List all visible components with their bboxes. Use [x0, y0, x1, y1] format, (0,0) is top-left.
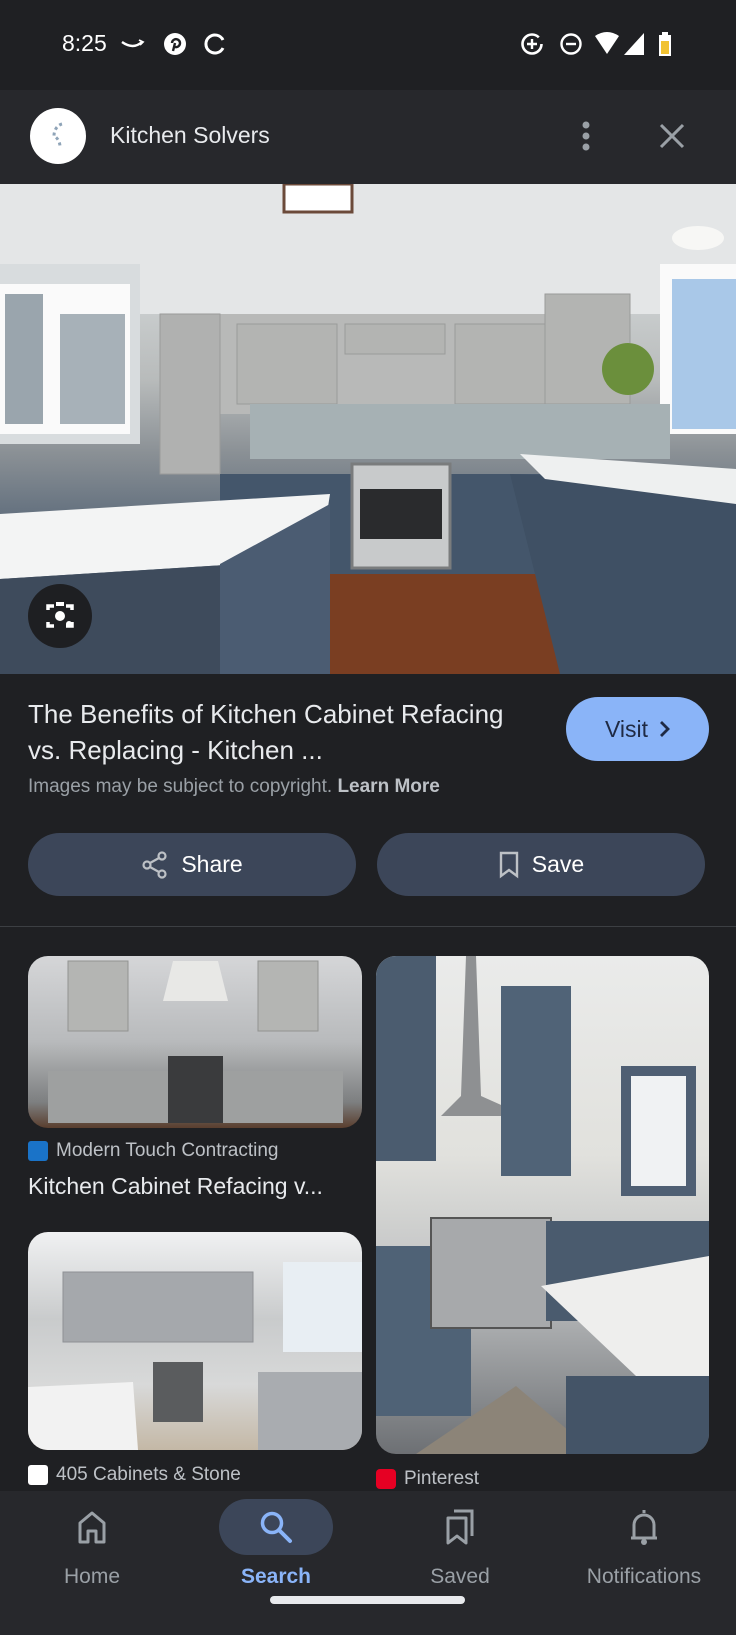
nav-search[interactable]: Search: [184, 1499, 368, 1599]
related-image-1[interactable]: [28, 956, 362, 1128]
google-lens-button[interactable]: [28, 584, 92, 648]
main-image[interactable]: [0, 184, 736, 674]
related-image-3[interactable]: [376, 956, 709, 1454]
related-photo-3: [376, 956, 709, 1454]
pinterest-icon: [164, 33, 186, 55]
nav-label: Notifications: [586, 1565, 702, 1588]
related-caption-1[interactable]: Kitchen Cabinet Refacing v...: [28, 1173, 323, 1200]
related-source-3[interactable]: Pinterest: [376, 1468, 479, 1490]
sync-icon: [204, 33, 225, 55]
close-icon[interactable]: [658, 122, 686, 150]
related-image-2[interactable]: [28, 1232, 362, 1450]
related-source-1[interactable]: Modern Touch Contracting: [28, 1140, 279, 1162]
nav-home[interactable]: Home: [0, 1499, 184, 1599]
related-source-2[interactable]: 405 Cabinets & Stone: [28, 1464, 241, 1486]
share-label: Share: [181, 851, 243, 877]
learn-more-link[interactable]: Learn More: [337, 776, 439, 797]
source-name: Modern Touch Contracting: [56, 1140, 279, 1161]
home-indicator[interactable]: [270, 1596, 465, 1604]
search-icon: [260, 1511, 292, 1543]
bookmark-icon: [499, 851, 518, 878]
status-time: 8:25: [62, 30, 107, 56]
share-icon: [142, 850, 167, 879]
source-name: 405 Cabinets & Stone: [56, 1464, 241, 1485]
divider: [0, 926, 736, 927]
amazon-icon: [121, 39, 145, 48]
kitchen-photo: [0, 184, 736, 674]
site-logo: [30, 108, 86, 164]
nav-label: Saved: [430, 1565, 490, 1588]
do-not-disturb-icon: [560, 33, 582, 55]
save-button[interactable]: Save: [377, 833, 705, 896]
site-name: Kitchen Solvers: [110, 122, 270, 148]
chevron-right-icon: [660, 721, 670, 737]
wifi-icon: [595, 32, 619, 54]
source-name: Pinterest: [404, 1468, 479, 1489]
related-photo-2: [28, 1262, 362, 1450]
result-title[interactable]: The Benefits of Kitchen Cabinet Refacing…: [28, 696, 508, 768]
related-photo-1: [48, 960, 343, 1123]
signal-icon: [624, 33, 644, 55]
save-label: Save: [531, 851, 585, 877]
copyright-notice: Images may be subject to copyright. Lear…: [28, 776, 440, 798]
lens-icon: [46, 602, 74, 628]
nav-saved[interactable]: Saved: [368, 1499, 552, 1599]
battery-charging-icon: [659, 32, 671, 56]
share-button[interactable]: Share: [28, 833, 356, 896]
collections-bookmark-icon: [446, 1509, 474, 1545]
cabinets-stone-favicon: [28, 1465, 48, 1485]
site-header: Kitchen Solvers: [0, 90, 736, 184]
more-vert-icon[interactable]: [574, 120, 598, 152]
nav-label: Home: [63, 1565, 121, 1588]
visit-label: Visit: [604, 715, 649, 742]
nav-notifications[interactable]: Notifications: [552, 1499, 736, 1599]
modern-touch-favicon: [28, 1141, 48, 1161]
bell-icon: [631, 1510, 657, 1545]
visit-button[interactable]: Visit: [566, 697, 709, 761]
nav-label: Search: [240, 1565, 312, 1588]
copyright-text: Images may be subject to copyright.: [28, 776, 333, 797]
bottom-navigation: Home Search Saved Notifications: [0, 1491, 736, 1635]
home-icon: [78, 1511, 106, 1544]
data-saver-icon: [521, 33, 543, 55]
pinterest-favicon: [376, 1469, 396, 1489]
status-bar: 8:25: [0, 0, 736, 90]
